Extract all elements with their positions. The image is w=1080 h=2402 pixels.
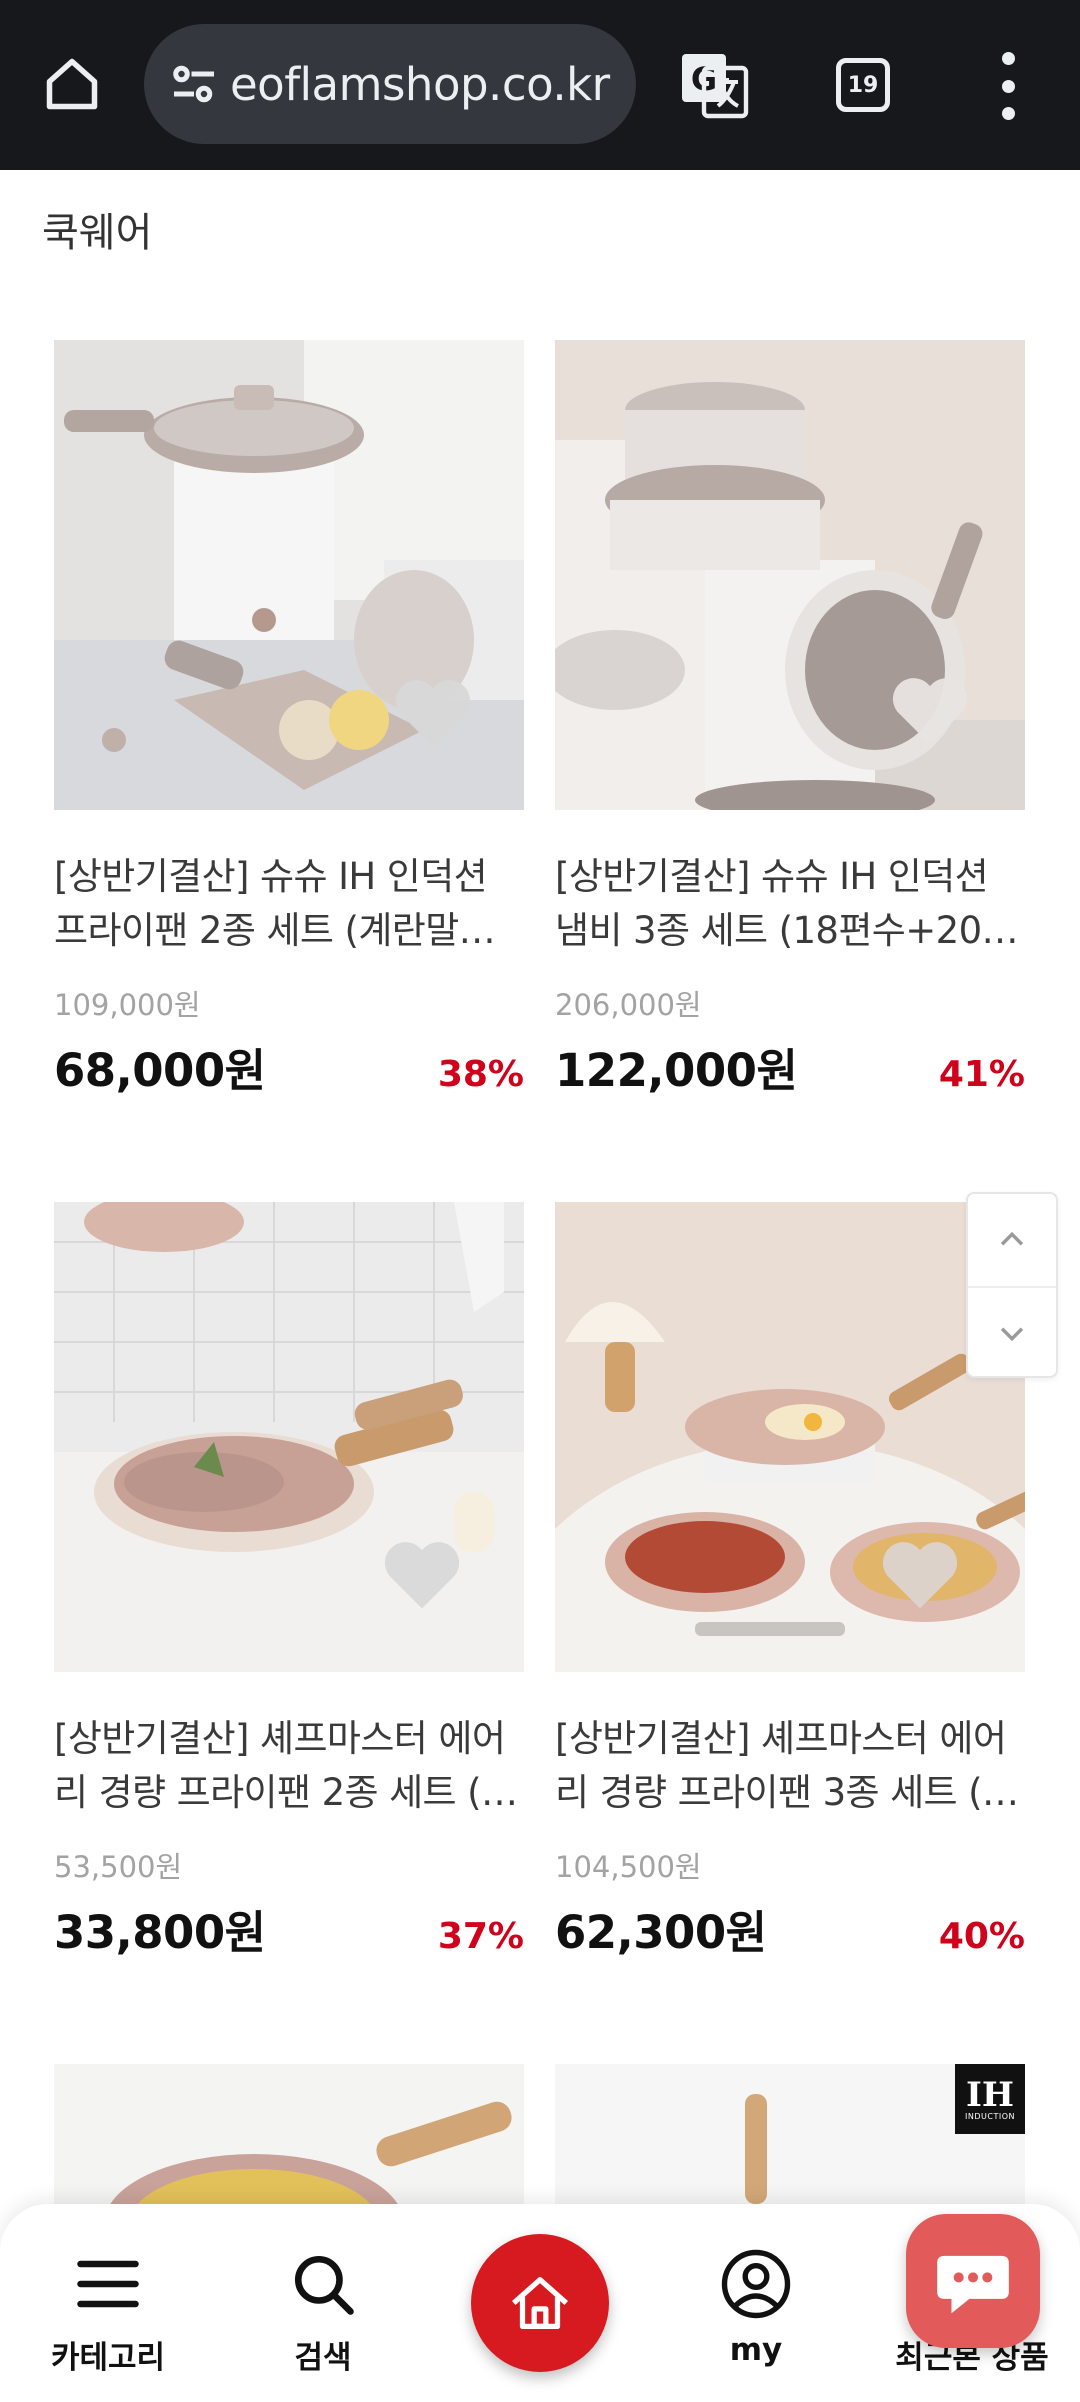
nav-category-label: 카테고리 bbox=[50, 2340, 166, 2376]
original-price: 104,500원 bbox=[555, 1850, 702, 1884]
product-card[interactable]: [상반기결산] 슈슈 IH 인덕션 프라이팬 2종 세트 (계란말이팬+궁중팬)… bbox=[54, 340, 524, 1099]
product-image[interactable] bbox=[54, 1202, 524, 1672]
discount-rate: 41% bbox=[938, 1054, 1025, 1095]
search-icon bbox=[283, 2244, 363, 2324]
product-image[interactable] bbox=[54, 340, 524, 810]
nav-search[interactable]: 검색 bbox=[223, 2204, 423, 2402]
sale-price: 68,000원 bbox=[54, 1044, 266, 1097]
nav-category[interactable]: 카테고리 bbox=[8, 2204, 208, 2402]
product-image[interactable] bbox=[555, 340, 1025, 810]
nav-my-label: my bbox=[729, 2332, 783, 2368]
user-profile-icon bbox=[716, 2244, 796, 2324]
ih-induction-badge: IH INDUCTION bbox=[955, 2064, 1025, 2134]
wishlist-heart-icon[interactable] bbox=[388, 670, 478, 750]
original-price: 109,000원 bbox=[54, 988, 201, 1022]
home-icon bbox=[512, 2277, 568, 2329]
product-title[interactable]: [상반기결산] 셰프마스터 에어리 경량 프라이팬 2종 세트 (팬+궁중팬) bbox=[54, 1712, 524, 1820]
product-grid: [상반기결산] 슈슈 IH 인덕션 프라이팬 2종 세트 (계란말이팬+궁중팬)… bbox=[0, 0, 1080, 2402]
product-card[interactable]: IH INDUCTION bbox=[555, 2064, 1025, 2204]
discount-rate: 38% bbox=[437, 1054, 524, 1095]
sale-price: 62,300원 bbox=[555, 1906, 767, 1959]
chevron-up-icon bbox=[1000, 1231, 1024, 1246]
product-card[interactable]: [상반기결산] 셰프마스터 에어리 경량 프라이팬 2종 세트 (팬+궁중팬) … bbox=[54, 1202, 524, 1961]
product-title[interactable]: [상반기결산] 슈슈 IH 인덕션 프라이팬 2종 세트 (계란말이팬+궁중팬) bbox=[54, 850, 524, 958]
product-title[interactable]: [상반기결산] 슈슈 IH 인덕션 냄비 3종 세트 (18편수+20양수+24… bbox=[555, 850, 1025, 958]
sale-price: 122,000원 bbox=[555, 1044, 798, 1097]
home-button[interactable] bbox=[471, 2234, 609, 2372]
scroll-down-button[interactable] bbox=[968, 1286, 1056, 1378]
original-price: 206,000원 bbox=[555, 988, 702, 1022]
scroll-controls bbox=[966, 1192, 1058, 1378]
product-card[interactable]: [상반기결산] 슈슈 IH 인덕션 냄비 3종 세트 (18편수+20양수+24… bbox=[555, 340, 1025, 1099]
product-image[interactable] bbox=[54, 2064, 524, 2204]
product-title[interactable]: [상반기결산] 셰프마스터 에어리 경량 프라이팬 3종 세트 (팬+궁중팬+웍… bbox=[555, 1712, 1025, 1820]
nav-search-label: 검색 bbox=[294, 2340, 352, 2376]
product-card[interactable] bbox=[54, 2064, 524, 2204]
discount-rate: 37% bbox=[437, 1916, 524, 1957]
product-image[interactable] bbox=[555, 1202, 1025, 1672]
product-image[interactable]: IH INDUCTION bbox=[555, 2064, 1025, 2204]
menu-icon bbox=[68, 2244, 148, 2324]
chevron-down-icon bbox=[1000, 1327, 1024, 1342]
wishlist-heart-icon[interactable] bbox=[875, 1532, 965, 1612]
nav-my[interactable]: my bbox=[656, 2204, 856, 2402]
wishlist-heart-icon[interactable] bbox=[377, 1532, 467, 1612]
original-price: 53,500원 bbox=[54, 1850, 183, 1884]
chat-button[interactable] bbox=[906, 2214, 1040, 2348]
scroll-up-button[interactable] bbox=[968, 1194, 1056, 1286]
product-card[interactable]: [상반기결산] 셰프마스터 에어리 경량 프라이팬 3종 세트 (팬+궁중팬+웍… bbox=[555, 1202, 1025, 1961]
sale-price: 33,800원 bbox=[54, 1906, 266, 1959]
ih-badge-main: IH bbox=[965, 2074, 1015, 2115]
wishlist-heart-icon[interactable] bbox=[885, 668, 975, 748]
chat-icon bbox=[937, 2255, 1009, 2314]
discount-rate: 40% bbox=[938, 1916, 1025, 1957]
ih-badge-sub: INDUCTION bbox=[965, 2111, 1015, 2121]
